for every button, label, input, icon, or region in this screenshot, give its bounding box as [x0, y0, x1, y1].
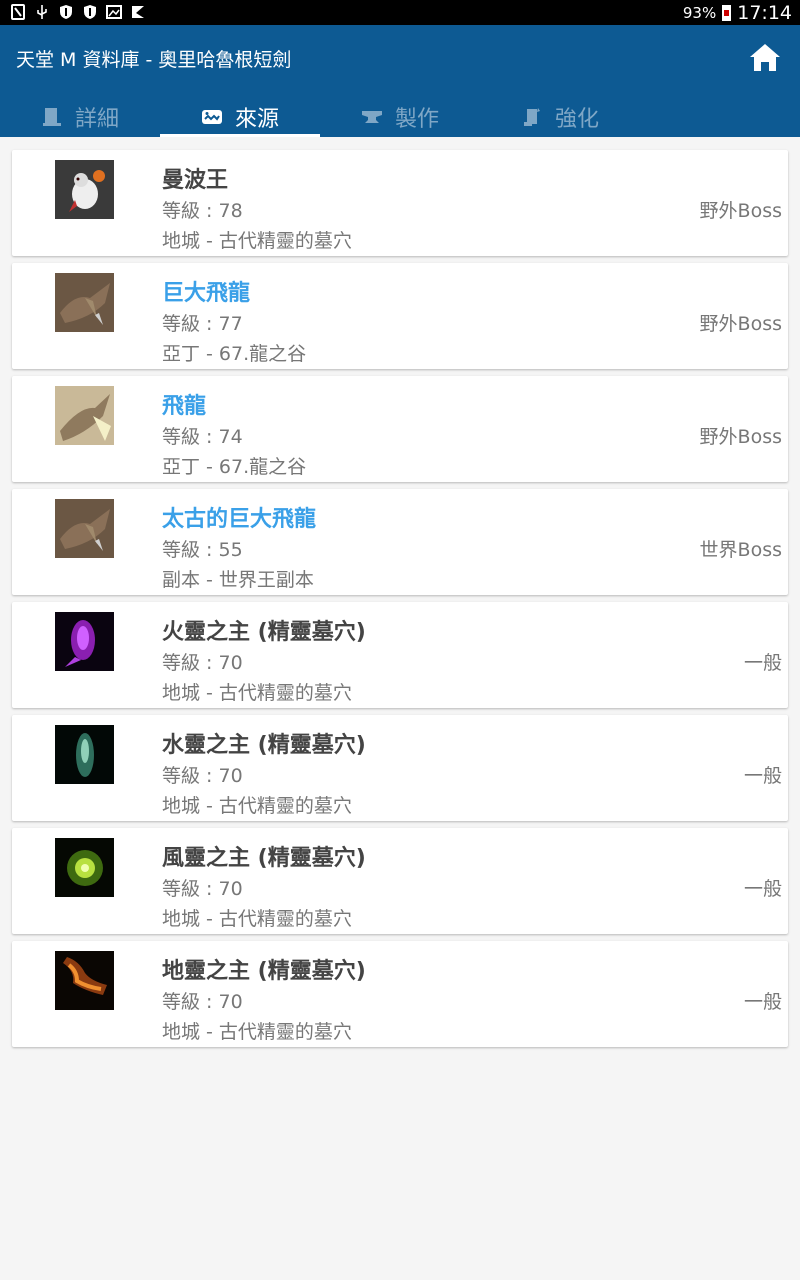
anvil-icon: [361, 111, 382, 123]
tab-enhance[interactable]: 強化: [480, 97, 640, 137]
list-item[interactable]: 曼波王 等級 : 78 地城 - 古代精靈的墓穴 野外Boss: [12, 150, 788, 256]
monster-name[interactable]: 巨大飛龍: [162, 275, 250, 307]
monster-type: 一般: [743, 878, 782, 900]
battery-percent: 93%: [682, 3, 717, 22]
monster-thumbnail: [55, 951, 114, 1010]
list-item[interactable]: 水靈之主 (精靈墓穴) 等級 : 70 地城 - 古代精靈的墓穴 一般: [12, 715, 788, 821]
monster-thumbnail: [55, 725, 114, 784]
monster-level: 等級 : 77: [162, 313, 243, 335]
scroll-icon: [523, 108, 540, 126]
monster-location: 地城 - 古代精靈的墓穴: [162, 682, 352, 704]
monster-name[interactable]: 飛龍: [162, 388, 206, 420]
monster-type: 一般: [743, 765, 782, 787]
monster-thumbnail: [55, 160, 114, 219]
monster-type: 世界Boss: [699, 539, 782, 561]
monster-type: 野外Boss: [699, 426, 782, 448]
document-icon: [42, 108, 61, 126]
tab-crafting[interactable]: 製作: [320, 97, 480, 137]
shield-icon: [84, 5, 96, 19]
list-item[interactable]: 風靈之主 (精靈墓穴) 等級 : 70 地城 - 古代精靈的墓穴 一般: [12, 828, 788, 934]
app-bar: 天堂 M 資料庫 - 奧里哈魯根短劍 詳細 來源 製作 強化: [0, 25, 800, 137]
monster-level: 等級 : 74: [162, 426, 243, 448]
monster-location: 地城 - 古代精靈的墓穴: [162, 230, 352, 252]
tab-details[interactable]: 詳細: [0, 97, 160, 137]
monster-thumbnail: [55, 499, 114, 558]
monster-level: 等級 : 55: [162, 539, 243, 561]
list-item[interactable]: 火靈之主 (精靈墓穴) 等級 : 70 地城 - 古代精靈的墓穴 一般: [12, 602, 788, 708]
shield-icon: [60, 5, 72, 19]
app-notification-icon: [132, 6, 144, 18]
monster-type: 野外Boss: [699, 200, 782, 222]
monster-thumbnail: [55, 838, 114, 897]
list-item[interactable]: 飛龍 等級 : 74 亞丁 - 67.龍之谷 野外Boss: [12, 376, 788, 482]
monster-type: 一般: [743, 652, 782, 674]
monster-location: 地城 - 古代精靈的墓穴: [162, 795, 352, 817]
monster-level: 等級 : 78: [162, 200, 243, 222]
status-bar: 93% 17:14: [0, 0, 800, 25]
tab-label: 強化: [554, 107, 599, 132]
monster-thumbnail: [55, 612, 114, 671]
monster-type: 野外Boss: [699, 313, 782, 335]
monster-type: 一般: [743, 991, 782, 1013]
monster-level: 等級 : 70: [162, 991, 243, 1013]
monster-location: 地城 - 古代精靈的墓穴: [162, 1021, 352, 1043]
clock: 17:14: [737, 1, 792, 24]
monster-location: 亞丁 - 67.龍之谷: [162, 343, 307, 365]
monster-level: 等級 : 70: [162, 652, 243, 674]
tab-label: 來源: [234, 107, 279, 132]
tab-bar: 詳細 來源 製作 強化: [0, 97, 800, 137]
source-list: 曼波王 等級 : 78 地城 - 古代精靈的墓穴 野外Boss 巨大飛龍 等級 …: [12, 150, 788, 1054]
list-item[interactable]: 巨大飛龍 等級 : 77 亞丁 - 67.龍之谷 野外Boss: [12, 263, 788, 369]
monster-name[interactable]: 太古的巨大飛龍: [162, 501, 316, 533]
home-icon[interactable]: [748, 41, 782, 75]
list-item[interactable]: 地靈之主 (精靈墓穴) 等級 : 70 地城 - 古代精靈的墓穴 一般: [12, 941, 788, 1047]
monster-name: 火靈之主 (精靈墓穴): [162, 620, 366, 645]
monster-icon: [201, 110, 222, 124]
monster-name: 地靈之主 (精靈墓穴): [162, 959, 366, 984]
image-icon: [106, 5, 122, 19]
tab-label: 詳細: [74, 107, 119, 132]
monster-location: 地城 - 古代精靈的墓穴: [162, 908, 352, 930]
monster-location: 副本 - 世界王副本: [162, 569, 314, 591]
monster-name: 水靈之主 (精靈墓穴): [162, 733, 366, 758]
tab-sources[interactable]: 來源: [160, 97, 320, 137]
monster-location: 亞丁 - 67.龍之谷: [162, 456, 307, 478]
usb-icon: [37, 5, 47, 19]
tab-label: 製作: [394, 107, 439, 132]
monster-thumbnail: [55, 386, 114, 445]
monster-thumbnail: [55, 273, 114, 332]
page-title: 天堂 M 資料庫 - 奧里哈魯根短劍: [16, 49, 292, 71]
battery-icon: [722, 4, 732, 21]
notification-icons: [10, 4, 146, 20]
monster-level: 等級 : 70: [162, 765, 243, 787]
sim-icon: [11, 4, 25, 20]
monster-level: 等級 : 70: [162, 878, 243, 900]
monster-name: 風靈之主 (精靈墓穴): [162, 846, 366, 871]
list-item[interactable]: 太古的巨大飛龍 等級 : 55 副本 - 世界王副本 世界Boss: [12, 489, 788, 595]
monster-name: 曼波王: [162, 168, 229, 193]
